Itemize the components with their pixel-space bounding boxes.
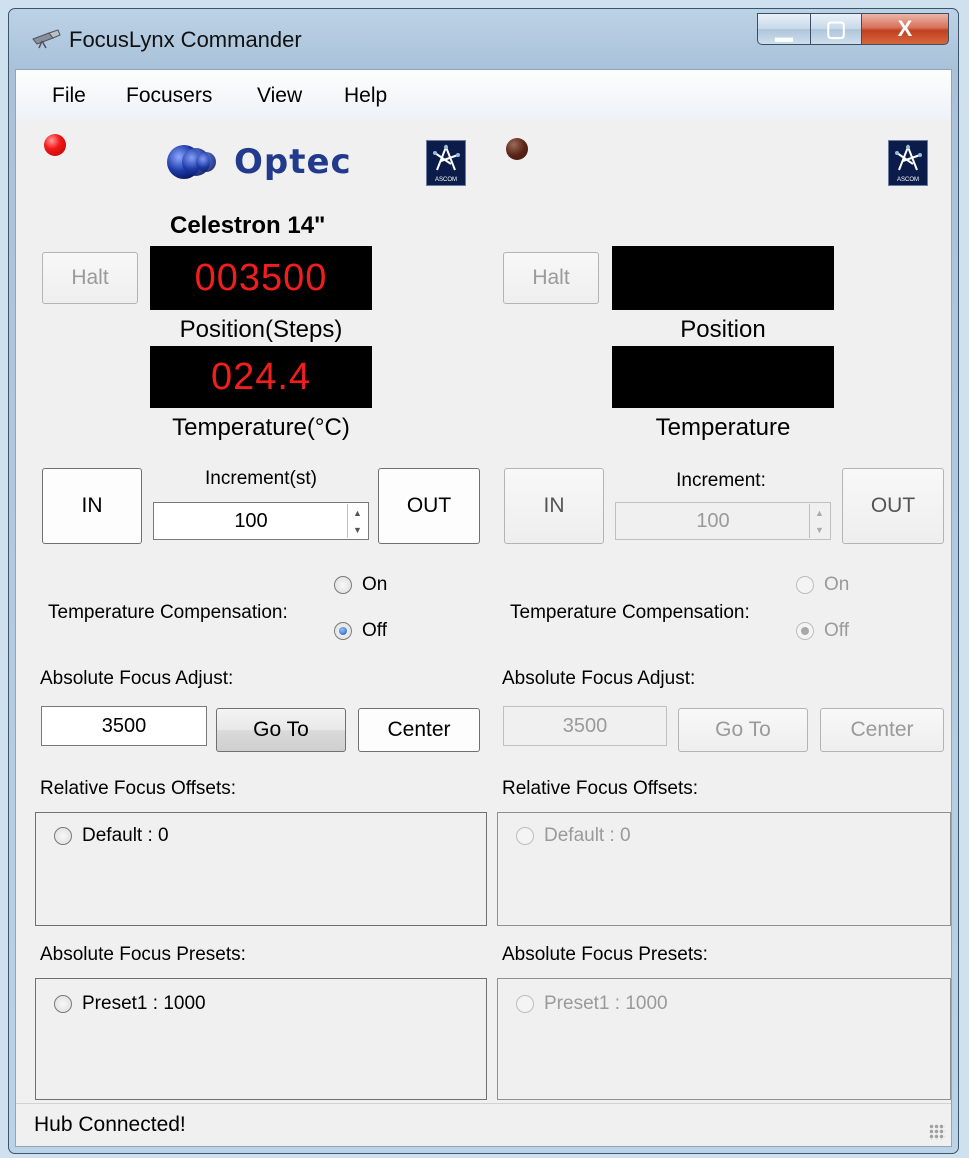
ascom-star-icon xyxy=(433,144,460,171)
focuser2-abs-preset-text: Preset1 : 1000 xyxy=(544,993,668,1014)
focuser1-increment-label: Increment(st) xyxy=(205,468,317,489)
focuser2-in-button[interactable]: IN xyxy=(504,468,604,544)
focuser1-position-display: 003500 xyxy=(150,246,372,310)
focuser1-temperature-display: 024.4 xyxy=(150,346,372,408)
focuser2-rel-offsets-list: Default : 0 xyxy=(497,812,951,926)
menu-bar: File Focusers View Help xyxy=(16,70,951,120)
focuser2-status-led xyxy=(506,138,528,160)
focuser1-goto-button[interactable]: Go To xyxy=(216,708,346,752)
menu-file[interactable]: File xyxy=(52,84,86,108)
focuser2-temp-comp-on-label: On xyxy=(824,574,850,595)
close-button[interactable]: X xyxy=(861,13,949,45)
focuser1-abs-focus-label: Absolute Focus Adjust: xyxy=(40,668,234,689)
optec-logo-icon xyxy=(167,145,216,179)
ascom-label: ASCOM xyxy=(434,177,457,183)
focuser1-center-button[interactable]: Center xyxy=(358,708,480,752)
focuser2-out-button[interactable]: OUT xyxy=(842,468,944,544)
focuser1-rel-offset-item[interactable]: Default : 0 xyxy=(54,825,169,847)
focuser2-temp-comp-label: Temperature Compensation: xyxy=(510,602,750,623)
focuser2-rel-offset-item[interactable]: Default : 0 xyxy=(516,825,631,847)
radio-icon xyxy=(54,995,72,1013)
focuser1-temperature-label: Temperature(°C) xyxy=(172,414,350,441)
telescope-icon xyxy=(32,29,61,49)
focuser2-abs-focus-input[interactable]: 3500 xyxy=(503,706,667,746)
focuser1-temp-comp-on[interactable]: On xyxy=(334,574,387,596)
focuser1-in-button[interactable]: IN xyxy=(42,468,142,544)
window-title: FocusLynx Commander xyxy=(69,27,302,52)
radio-icon xyxy=(334,622,352,640)
menu-focusers[interactable]: Focusers xyxy=(126,84,212,108)
focuser1-increment-stepper[interactable]: 100 ▲ ▼ xyxy=(153,502,369,540)
menu-help[interactable]: Help xyxy=(344,84,387,108)
focuser2-goto-button[interactable]: Go To xyxy=(678,708,808,752)
focuser2-increment-value: 100 xyxy=(696,509,730,532)
focuser1-abs-preset-text: Preset1 : 1000 xyxy=(82,993,206,1014)
maximize-button[interactable]: ▢ xyxy=(810,13,862,45)
focuser1-abs-presets-label: Absolute Focus Presets: xyxy=(40,944,246,965)
focuser1-increment-spin[interactable]: ▲ ▼ xyxy=(347,504,367,538)
focuser1-increment-value: 100 xyxy=(234,509,268,532)
focuser1-abs-presets-list: Preset1 : 1000 xyxy=(35,978,487,1100)
radio-icon xyxy=(796,576,814,594)
focuser1-rel-offsets-label: Relative Focus Offsets: xyxy=(40,778,237,799)
focuser1-rel-offsets-list: Default : 0 xyxy=(35,812,487,926)
focuser1-rel-offset-text: Default : 0 xyxy=(82,825,169,846)
focuser1-abs-focus-input[interactable]: 3500 xyxy=(41,706,207,746)
focuser2-abs-preset-item[interactable]: Preset1 : 1000 xyxy=(516,993,668,1015)
ascom-label: ASCOM xyxy=(896,177,919,183)
focuser1-out-button[interactable]: OUT xyxy=(378,468,480,544)
client-area: File Focusers View Help Optec ASCOM Cele… xyxy=(15,69,952,1147)
focuser1-temp-comp-on-label: On xyxy=(362,574,388,595)
focuser2-temp-comp-on[interactable]: On xyxy=(796,574,849,596)
focuser1-position-label: Position(Steps) xyxy=(179,316,343,343)
focuser1-temp-comp-off-label: Off xyxy=(362,620,387,641)
minimize-button[interactable]: ▁ xyxy=(757,13,811,45)
radio-icon xyxy=(334,576,352,594)
menu-view[interactable]: View xyxy=(257,84,302,108)
focuser2-center-button[interactable]: Center xyxy=(820,708,944,752)
ascom-logo-right[interactable]: ASCOM xyxy=(888,140,928,186)
spin-up-icon[interactable]: ▲ xyxy=(348,504,367,521)
focuser2-rel-offset-text: Default : 0 xyxy=(544,825,631,846)
ascom-logo-left[interactable]: ASCOM xyxy=(426,140,466,186)
spin-down-icon[interactable]: ▼ xyxy=(810,521,829,538)
focuser2-increment-label: Increment: xyxy=(676,470,766,491)
focuser1-abs-preset-item[interactable]: Preset1 : 1000 xyxy=(54,993,206,1015)
focuser2-increment-stepper[interactable]: 100 ▲ ▼ xyxy=(615,502,831,540)
app-window: FocusLynx Commander ▁ ▢ X File Focusers … xyxy=(8,8,959,1154)
close-icon: X xyxy=(897,16,913,41)
focuser2-temp-comp-off[interactable]: Off xyxy=(796,620,849,642)
radio-icon xyxy=(516,995,534,1013)
radio-icon xyxy=(54,827,72,845)
focuser2-temperature-display xyxy=(612,346,834,408)
minimize-icon: ▁ xyxy=(775,16,793,41)
title-bar[interactable]: FocusLynx Commander ▁ ▢ X xyxy=(9,9,958,69)
focuser2-position-label: Position xyxy=(680,316,766,343)
focuser1-halt-button[interactable]: Halt xyxy=(42,252,138,304)
focuser2-abs-focus-label: Absolute Focus Adjust: xyxy=(502,668,696,689)
optec-logo-text: Optec xyxy=(234,142,352,182)
radio-icon xyxy=(796,622,814,640)
maximize-icon: ▢ xyxy=(825,16,847,41)
spin-up-icon[interactable]: ▲ xyxy=(810,504,829,521)
focuser1-name: Celestron 14" xyxy=(170,212,326,239)
focuser1-temp-comp-off[interactable]: Off xyxy=(334,620,387,642)
resize-grip-icon[interactable] xyxy=(929,1124,945,1140)
focuser2-position-display xyxy=(612,246,834,310)
focuser1-temp-comp-label: Temperature Compensation: xyxy=(48,602,288,623)
radio-icon xyxy=(516,827,534,845)
focuser2-temperature-label: Temperature xyxy=(655,414,791,441)
spin-down-icon[interactable]: ▼ xyxy=(348,521,367,538)
status-text: Hub Connected! xyxy=(34,1113,186,1136)
ascom-star-icon xyxy=(895,144,922,171)
focuser2-increment-spin[interactable]: ▲ ▼ xyxy=(809,504,829,538)
focuser2-abs-presets-label: Absolute Focus Presets: xyxy=(502,944,708,965)
focuser2-abs-presets-list: Preset1 : 1000 xyxy=(497,978,951,1100)
focuser2-temp-comp-off-label: Off xyxy=(824,620,849,641)
focuser1-status-led xyxy=(44,134,66,156)
focuser2-halt-button[interactable]: Halt xyxy=(503,252,599,304)
focuser2-rel-offsets-label: Relative Focus Offsets: xyxy=(502,778,699,799)
status-bar: Hub Connected! xyxy=(16,1103,951,1146)
